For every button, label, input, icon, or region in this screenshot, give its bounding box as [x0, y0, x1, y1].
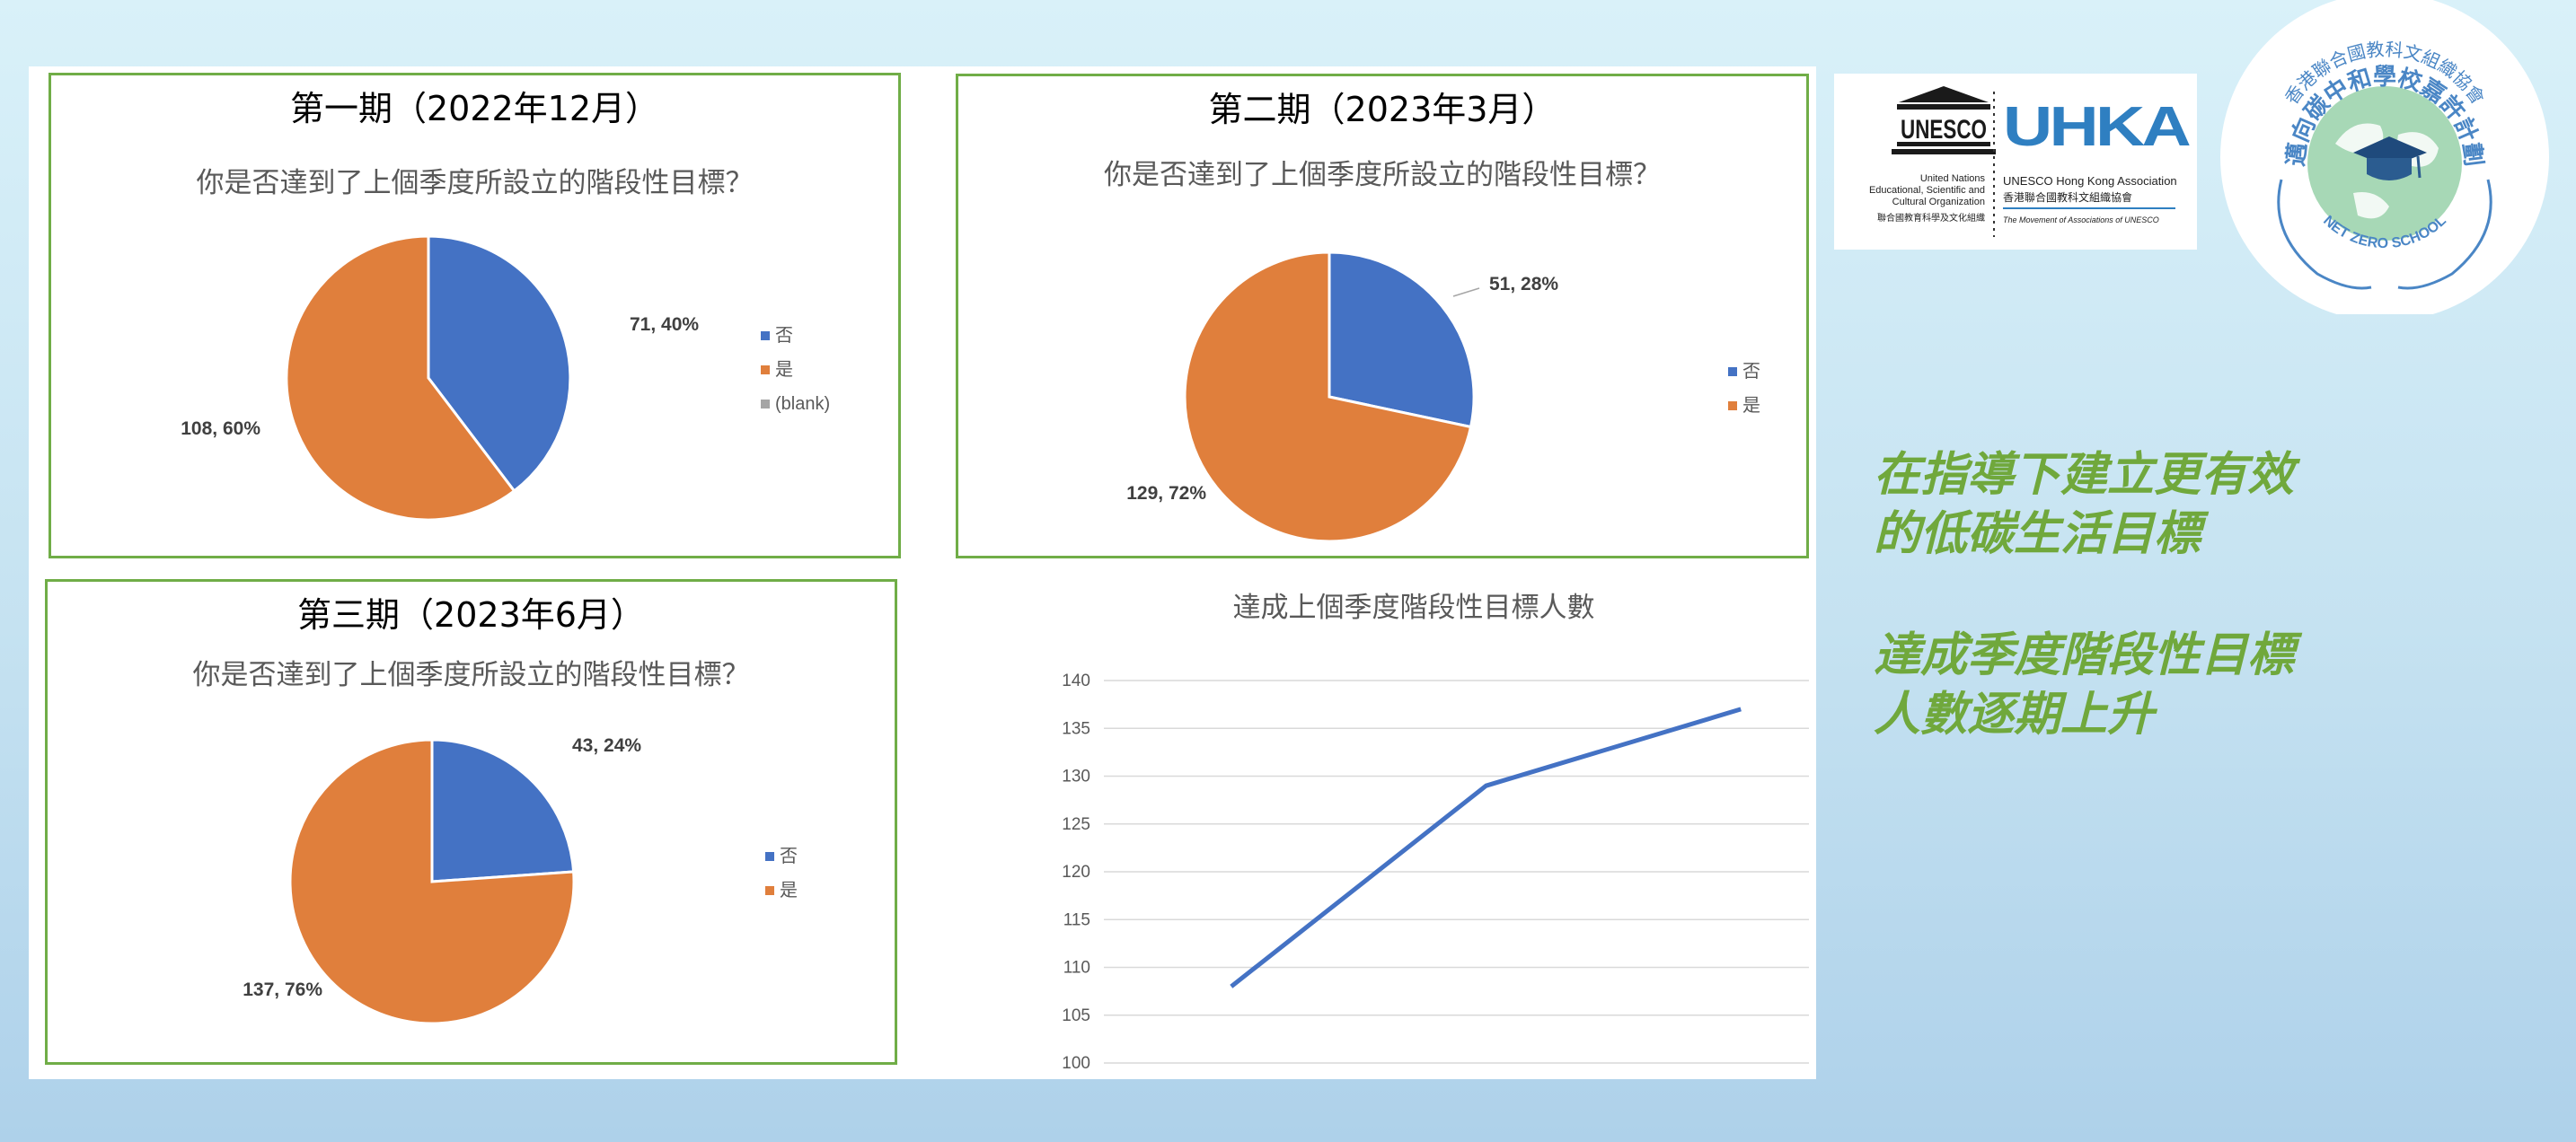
data-label: 51, 28% — [1489, 274, 1558, 294]
legend-entry: 是 — [1742, 396, 1760, 416]
legend-entry: 是 — [780, 881, 798, 900]
data-label: 71, 40% — [630, 314, 699, 335]
slogan-block-2: 達成季度階段性目標 人數逐期上升 — [1874, 626, 2538, 744]
data-label: 137, 76% — [243, 979, 322, 1000]
legend-swatch — [761, 400, 770, 408]
uhka-english: UNESCO Hong Kong Association — [2003, 174, 2177, 188]
legend-swatch — [761, 365, 770, 374]
pie-chart-period-3: 43, 24% 137, 76% 否是 — [243, 735, 798, 1025]
y-tick-label: 125 — [1062, 815, 1090, 834]
y-tick-label: 100 — [1062, 1054, 1090, 1073]
y-tick-label: 110 — [1063, 959, 1090, 978]
legend-entry: 是 — [775, 360, 793, 380]
data-label: 129, 72% — [1126, 483, 1206, 504]
slogan-block-1: 在指導下建立更有效 的低碳生活目標 — [1874, 445, 2538, 564]
data-label: 43, 24% — [572, 735, 641, 756]
uhka-mark: UHKA — [2003, 96, 2191, 158]
data-label: 108, 60% — [181, 418, 260, 439]
y-tick-label: 115 — [1063, 910, 1090, 929]
legend-swatch — [1728, 401, 1737, 410]
pie-chart-period-2: 51, 28% 129, 72% 否是 — [1126, 250, 1760, 543]
y-tick-label: 140 — [1062, 672, 1090, 690]
net-zero-school-seal: 香港聯合國教科文組織協會 邁向碳中和學校嘉許計劃 NET ZERO SCHOOL — [2220, 0, 2549, 314]
uhka-tagline: The Movement of Associations of UNESCO — [2003, 215, 2159, 224]
legend-swatch — [761, 331, 770, 340]
y-tick-label: 105 — [1062, 1006, 1090, 1025]
y-tick-label: 120 — [1062, 863, 1090, 882]
pie-slice-no — [430, 738, 576, 883]
slogan-line: 人數逐期上升 — [1874, 688, 2155, 742]
un-line-3: Cultural Organization — [1892, 197, 1985, 207]
logo-graphic: UNESCO United Nations Educational, Scien… — [1869, 86, 2193, 237]
legend-swatch — [1728, 367, 1737, 376]
un-line-2: Educational, Scientific and — [1869, 185, 1985, 196]
label-leader-line — [1452, 287, 1480, 297]
y-tick-label: 135 — [1062, 719, 1090, 738]
legend-swatch — [765, 852, 774, 861]
y-tick-label: 130 — [1062, 768, 1090, 786]
legend-swatch — [765, 886, 774, 895]
uhka-chinese: 香港聯合國教科文組織協會 — [2003, 190, 2132, 204]
line-chart-title: 達成上個季度階段性目標人數 — [1233, 592, 1595, 623]
un-chinese: 聯合國教育科學及文化組織 — [1877, 212, 1985, 224]
slogan-line: 在指導下建立更有效 — [1874, 448, 2295, 502]
line-chart-trend: 達成上個季度階段性目標人數 100 105 110 115 120 125 130 135 140… — [1062, 592, 1809, 1073]
line-series — [1230, 707, 1742, 988]
legend-entry: 否 — [1742, 362, 1760, 382]
slide-canvas: 第一期（2022年12月） 你是否達到了上個季度所設立的階段性目標？ 71, 4… — [29, 66, 1816, 1079]
chart-panel-period-1: 第一期（2022年12月） 你是否達到了上個季度所設立的階段性目標？ 71, 4… — [49, 73, 901, 558]
legend-entry: 否 — [780, 847, 798, 866]
legend-entry: (blank) — [775, 394, 830, 414]
pie-chart-period-1: 71, 40% 108, 60% 否是 (blank) — [181, 234, 830, 522]
chart-panel-period-3: 第三期（2023年6月） 你是否達到了上個季度所設立的階段性目標？ 43, 24… — [45, 579, 897, 1065]
unesco-uhka-logos: UNESCO United Nations Educational, Scien… — [1834, 74, 2197, 250]
slogan-line: 達成季度階段性目標 — [1874, 628, 2295, 682]
legend-entry: 否 — [775, 326, 793, 346]
unesco-word: UNESCO — [1901, 115, 1987, 145]
chart-panel-period-2: 第二期（2023年3月） 你是否達到了上個季度所設立的階段性目標？ 51, 28… — [956, 74, 1809, 558]
un-line-1: United Nations — [1920, 173, 1986, 184]
slogan-line: 的低碳生活目標 — [1874, 507, 2201, 561]
